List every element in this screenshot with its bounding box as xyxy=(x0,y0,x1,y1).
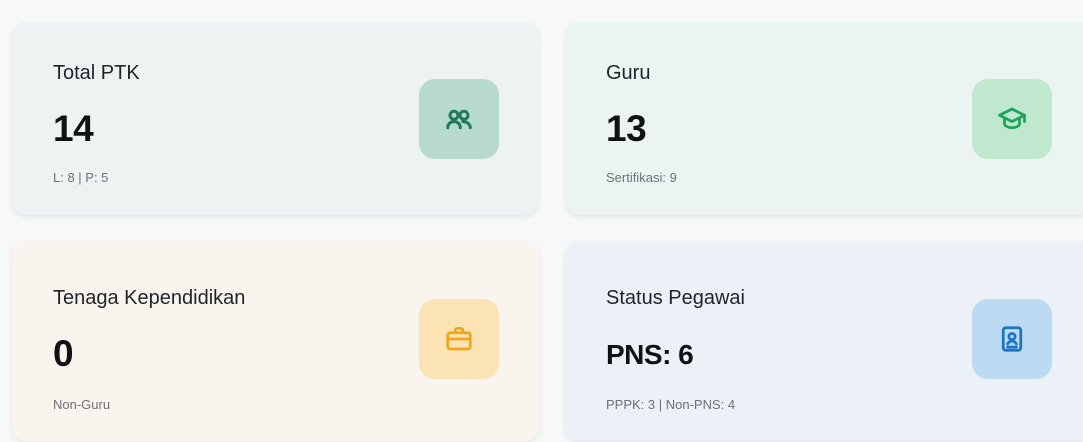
users-icon xyxy=(419,79,499,159)
card-title: Tenaga Kependidikan xyxy=(53,287,246,309)
card-subtext: L: 8 | P: 5 xyxy=(53,170,109,185)
stat-card-guru[interactable]: Guru 13 Sertifikasi: 9 xyxy=(565,22,1083,215)
card-value: 14 xyxy=(53,108,94,149)
stat-card-tenaga-kependidikan[interactable]: Tenaga Kependidikan 0 Non-Guru xyxy=(12,241,539,441)
card-title: Status Pegawai xyxy=(606,287,745,309)
card-title: Total PTK xyxy=(53,62,140,84)
card-subtext: PPPK: 3 | Non-PNS: 4 xyxy=(606,397,736,412)
card-value: PNS: 6 xyxy=(606,339,694,370)
card-value: 13 xyxy=(606,108,647,149)
stats-grid: Total PTK 14 L: 8 | P: 5 Guru 13 Sertifi… xyxy=(12,22,1083,442)
id-card-icon xyxy=(972,299,1052,379)
card-title: Guru xyxy=(606,62,651,84)
graduation-cap-icon xyxy=(972,79,1052,159)
stat-card-status-pegawai[interactable]: Status Pegawai PNS: 6 PPPK: 3 | Non-PNS:… xyxy=(565,241,1083,441)
card-value: 0 xyxy=(53,333,74,374)
stat-card-total-ptk[interactable]: Total PTK 14 L: 8 | P: 5 xyxy=(12,22,539,215)
card-subtext: Non-Guru xyxy=(53,397,111,412)
card-subtext: Sertifikasi: 9 xyxy=(606,170,677,185)
briefcase-icon xyxy=(419,299,499,379)
